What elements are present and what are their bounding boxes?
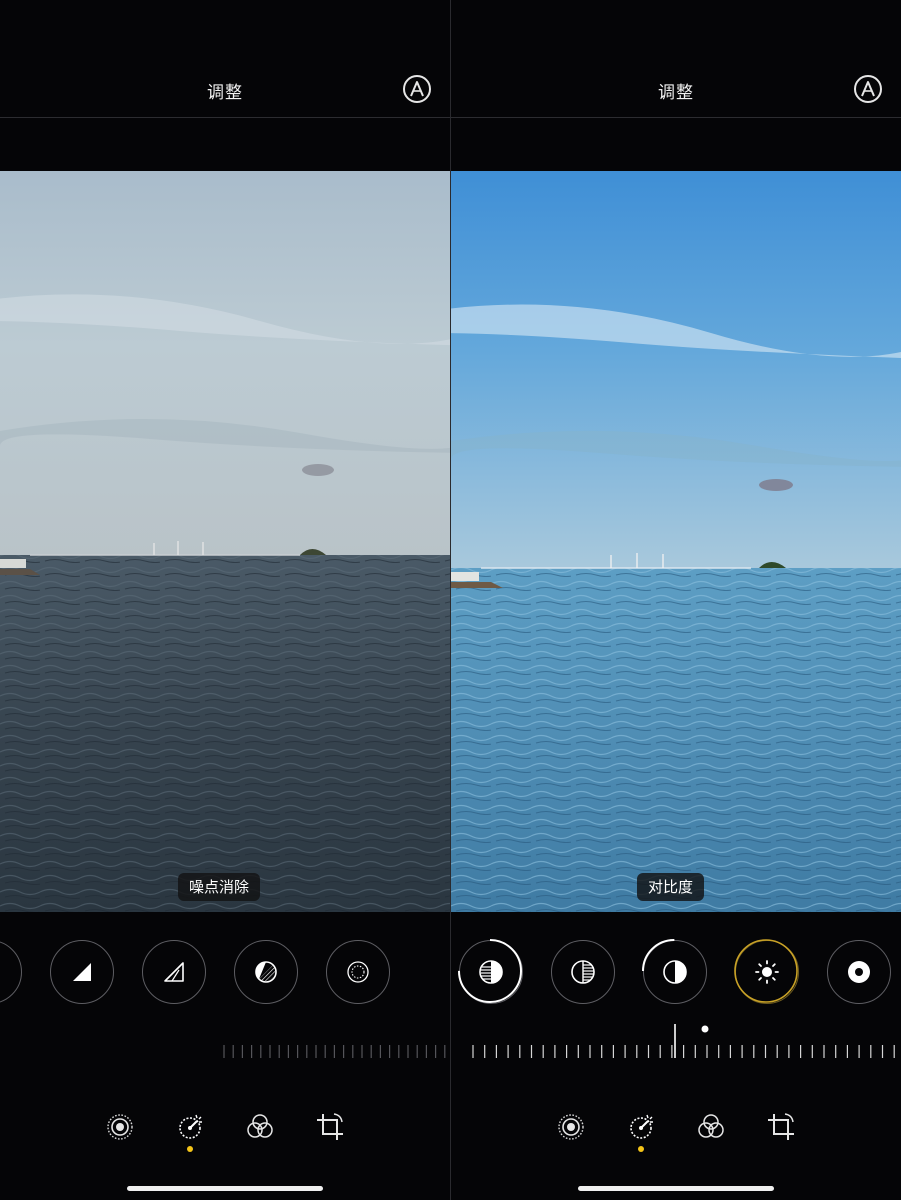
tool-progress-ring (642, 939, 707, 1004)
home-indicator[interactable] (127, 1186, 323, 1191)
edit-mode-bar (451, 1105, 901, 1155)
black-point-circle-icon (848, 961, 870, 983)
mode-adjust[interactable] (621, 1105, 661, 1149)
tool-black-point[interactable] (827, 940, 891, 1004)
home-indicator[interactable] (578, 1186, 774, 1191)
crop-rotate-icon (768, 1113, 794, 1140)
filters-icon (247, 1114, 273, 1138)
header-divider (451, 117, 901, 118)
photo-preview-after (451, 171, 901, 912)
photo-preview-before (0, 171, 450, 912)
mode-crop[interactable] (761, 1105, 801, 1149)
editor-panel-before: 调整 噪点消除 (0, 0, 450, 1200)
active-tool-label: 噪点消除 (178, 873, 261, 901)
edit-mode-bar (0, 1105, 450, 1155)
tool-sharpness[interactable] (50, 940, 114, 1004)
adjustment-slider[interactable] (451, 1020, 901, 1064)
tool-contrast[interactable] (642, 939, 707, 1004)
active-mode-indicator (187, 1146, 193, 1152)
active-mode-indicator (638, 1146, 644, 1152)
noise-reduction-circle-icon (255, 961, 277, 983)
live-photo-icon (558, 1114, 584, 1140)
editor-panel-after: 调整 对比度 (451, 0, 901, 1200)
tool-noise-reduction[interactable] (234, 940, 298, 1004)
tool-highlights[interactable] (458, 939, 523, 1004)
shadows-circle-icon (571, 960, 595, 984)
crop-rotate-icon (317, 1113, 343, 1140)
mode-crop[interactable] (310, 1105, 350, 1149)
slider-ticks (223, 1045, 446, 1058)
tool-accent-ring (734, 939, 799, 1004)
adjust-dial-icon (179, 1114, 202, 1139)
tool-vignette[interactable] (326, 940, 390, 1004)
live-photo-icon (107, 1114, 133, 1140)
top-bar: 调整 (0, 0, 450, 117)
tool-shadows[interactable] (551, 940, 615, 1004)
mode-live[interactable] (100, 1105, 140, 1149)
magic-wand-circle-icon (854, 75, 882, 103)
adjustment-tool-strip[interactable] (0, 940, 450, 1012)
magic-wand-circle-icon (403, 75, 431, 103)
tool-definition[interactable] (142, 940, 206, 1004)
header-divider (0, 117, 450, 118)
mode-adjust[interactable] (170, 1105, 210, 1149)
partial-circle-icon (0, 959, 3, 985)
comparison-screenshot: 调整 噪点消除 调整 对比度 (0, 0, 901, 1200)
mode-live[interactable] (551, 1105, 591, 1149)
page-title: 调整 (658, 83, 694, 103)
tool-brightness[interactable] (734, 939, 799, 1004)
top-bar: 调整 (451, 0, 901, 117)
adjustment-slider[interactable] (0, 1020, 450, 1064)
tool-partial[interactable] (0, 940, 22, 1004)
slider-zero-dot (701, 1025, 709, 1033)
active-tool-label: 对比度 (637, 873, 705, 901)
page-title: 调整 (207, 83, 243, 103)
mode-filters[interactable] (240, 1105, 280, 1149)
auto-enhance-button[interactable] (853, 74, 883, 104)
filters-icon (698, 1114, 724, 1138)
auto-enhance-button[interactable] (402, 74, 432, 104)
slider-ticks (472, 1024, 895, 1058)
vignette-circle-icon (347, 961, 369, 983)
mode-filters[interactable] (691, 1105, 731, 1149)
adjustment-tool-strip[interactable] (451, 939, 901, 1012)
adjust-dial-icon (630, 1114, 653, 1139)
sharpness-triangle-icon (73, 963, 91, 981)
tool-progress-ring (458, 939, 523, 1004)
definition-triangle-icon (164, 962, 184, 982)
